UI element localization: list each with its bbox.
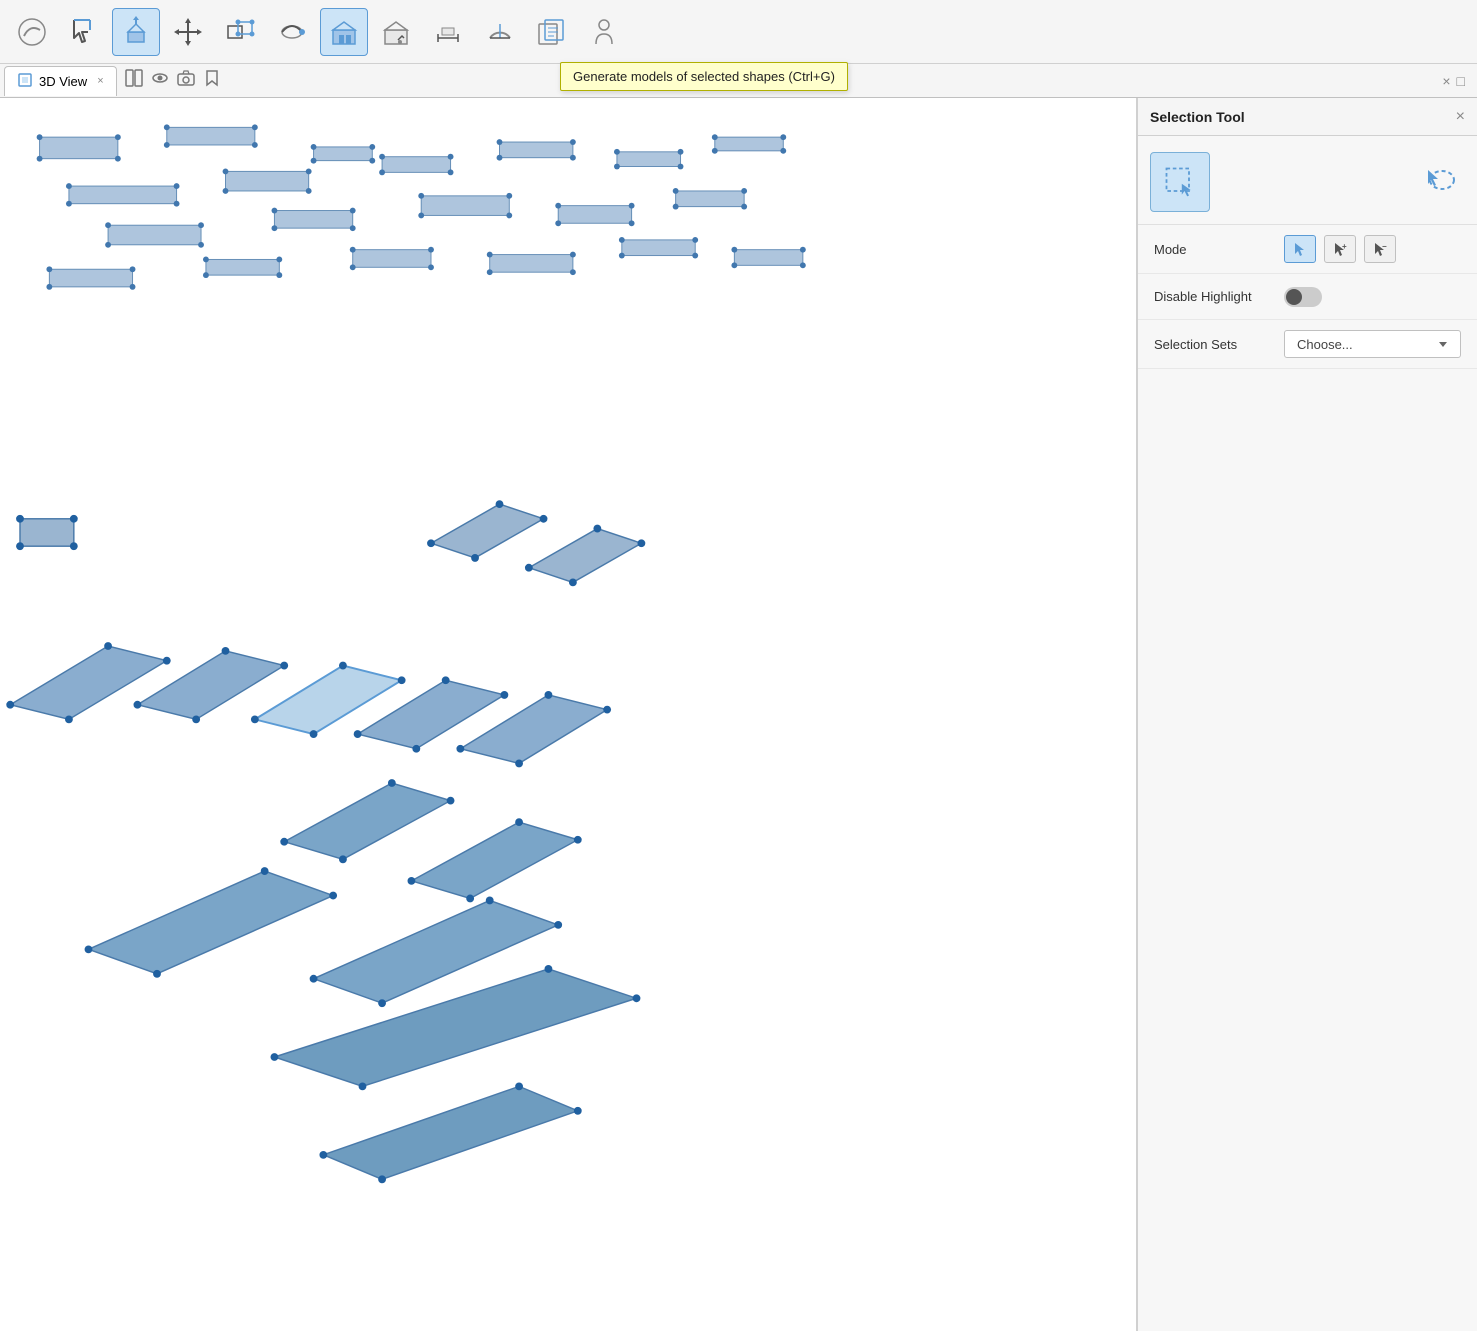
svg-text:+: + — [1342, 242, 1347, 251]
3d-view-icon — [17, 72, 33, 91]
disable-highlight-row: Disable Highlight — [1138, 274, 1477, 320]
mode-select-button[interactable] — [1284, 235, 1316, 263]
selection-sets-row: Selection Sets Choose... — [1138, 320, 1477, 369]
tab-label: 3D View — [39, 74, 87, 89]
mode-add-button[interactable]: + — [1324, 235, 1356, 263]
tab-3d-view[interactable]: 3D View × — [4, 66, 117, 96]
stack-icon[interactable] — [125, 69, 143, 92]
person-button[interactable] — [580, 8, 628, 56]
panel-close-button[interactable]: × — [1456, 108, 1465, 126]
selection-sets-dropdown[interactable]: Choose... — [1284, 330, 1461, 358]
disable-highlight-label: Disable Highlight — [1154, 289, 1284, 304]
mode-buttons: + − — [1284, 235, 1461, 263]
panel-title: Selection Tool — [1150, 109, 1245, 125]
camera-icon[interactable] — [177, 69, 195, 92]
3d-viewport[interactable] — [0, 98, 1137, 1331]
push-pull-button[interactable] — [112, 8, 160, 56]
cursor-lasso-button[interactable] — [1415, 157, 1465, 207]
logo-button[interactable] — [8, 8, 56, 56]
tab-bar-close-icon[interactable]: × — [1442, 73, 1450, 89]
main-toolbar: Generate models of selected shapes (Ctrl… — [0, 0, 1477, 64]
follow-me-button[interactable] — [268, 8, 316, 56]
mode-row: Mode + — [1138, 225, 1477, 274]
selection-rectangle-button[interactable] — [1150, 152, 1210, 212]
tab-bar-right: × □ — [1442, 73, 1473, 89]
bookmark-icon[interactable] — [203, 69, 221, 92]
main-content: Selection Tool × — [0, 98, 1477, 1331]
scale-button[interactable] — [216, 8, 264, 56]
generate-models-button[interactable] — [320, 8, 368, 56]
model-info-button[interactable] — [528, 8, 576, 56]
panel-header: Selection Tool × — [1138, 98, 1477, 136]
mode-label: Mode — [1154, 242, 1284, 257]
interact-button[interactable] — [372, 8, 420, 56]
dimension-button[interactable] — [424, 8, 472, 56]
protractor-button[interactable] — [476, 8, 524, 56]
move-button[interactable] — [164, 8, 212, 56]
selection-sets-content: Choose... — [1284, 330, 1461, 358]
right-panel: Selection Tool × — [1137, 98, 1477, 1331]
tab-bar-maximize-icon[interactable]: □ — [1457, 73, 1465, 89]
dropdown-chevron-icon — [1438, 339, 1448, 349]
svg-text:−: − — [1382, 242, 1387, 251]
disable-highlight-toggle[interactable] — [1284, 287, 1322, 307]
arrow-tool-button[interactable] — [60, 8, 108, 56]
toggle-thumb — [1286, 289, 1302, 305]
tab-close-button[interactable]: × — [97, 75, 103, 87]
selection-sets-label: Selection Sets — [1154, 337, 1284, 352]
tab-bar-actions — [125, 69, 221, 92]
mode-subtract-button[interactable]: − — [1364, 235, 1396, 263]
toolbar-tooltip: Generate models of selected shapes (Ctrl… — [560, 62, 848, 91]
dropdown-value: Choose... — [1297, 337, 1353, 352]
toggle-content — [1284, 287, 1461, 307]
panel-icon-row — [1138, 136, 1477, 225]
eye-icon[interactable] — [151, 69, 169, 92]
